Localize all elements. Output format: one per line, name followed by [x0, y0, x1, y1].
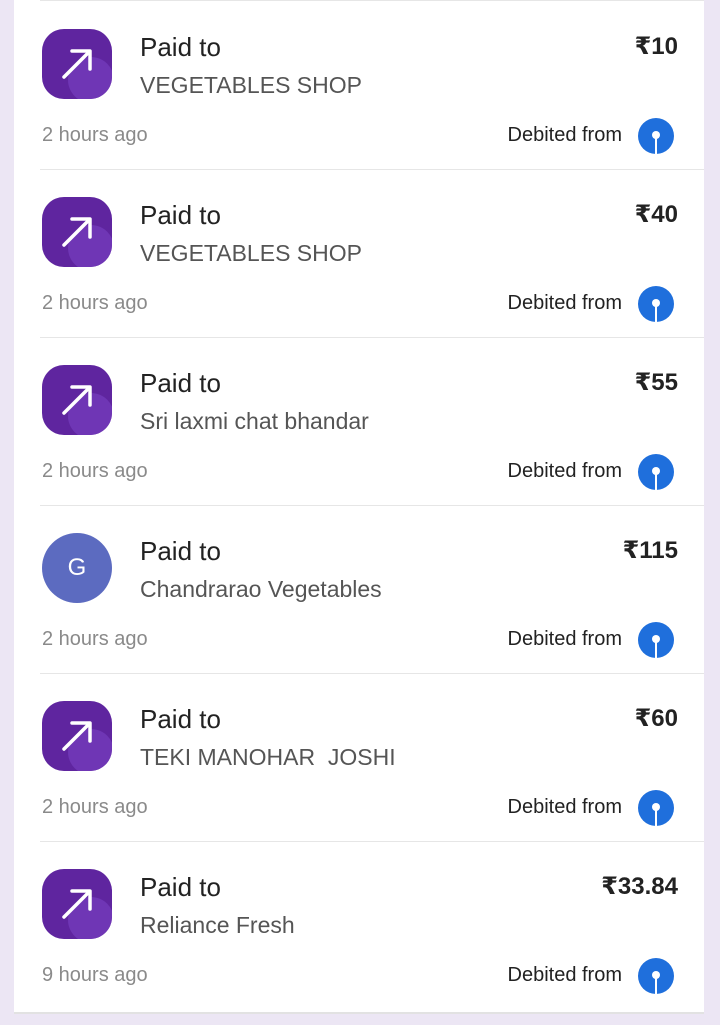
transaction-title: Paid to — [140, 32, 221, 62]
debited-from-label: Debited from — [507, 124, 623, 146]
payment-avatar — [42, 701, 112, 771]
arrow-up-right-icon — [62, 49, 92, 79]
payee-name: VEGETABLES SHOP — [140, 72, 362, 98]
transaction-amount: ₹60 — [634, 705, 678, 732]
debited-from-label: Debited from — [507, 796, 623, 818]
debited-from-label: Debited from — [507, 964, 623, 986]
transaction-amount: ₹40 — [634, 201, 678, 228]
transaction-list: Paid to VEGETABLES SHOP ₹10 2 hours ago … — [14, 0, 704, 1014]
transaction-time: 2 hours ago — [42, 796, 148, 818]
transaction-time: 2 hours ago — [42, 124, 148, 146]
payment-avatar — [42, 869, 112, 939]
transaction-time: 2 hours ago — [42, 628, 148, 650]
top-divider — [40, 0, 704, 1]
avatar-letter: G — [67, 554, 87, 581]
transaction-title: Paid to — [140, 536, 221, 566]
transaction-row[interactable]: Paid to VEGETABLES SHOP ₹40 2 hours ago … — [14, 170, 704, 338]
transaction-amount: ₹115 — [622, 537, 678, 564]
payee-name: VEGETABLES SHOP — [140, 240, 362, 266]
contact-avatar: G — [42, 533, 112, 603]
sbi-bank-icon — [638, 118, 674, 154]
arrow-up-right-icon — [62, 721, 92, 751]
payment-avatar — [42, 197, 112, 267]
transaction-row[interactable]: Paid to Sri laxmi chat bhandar ₹55 2 hou… — [14, 338, 704, 506]
sbi-bank-icon — [638, 286, 674, 322]
payment-avatar — [42, 365, 112, 435]
transaction-amount: ₹10 — [634, 33, 678, 60]
sbi-bank-icon — [638, 622, 674, 658]
transaction-time: 2 hours ago — [42, 460, 148, 482]
transaction-row[interactable]: Paid to TEKI MANOHAR JOSHI ₹60 2 hours a… — [14, 674, 704, 842]
payee-name: Sri laxmi chat bhandar — [140, 408, 369, 434]
transaction-amount: ₹55 — [634, 369, 678, 396]
arrow-up-right-icon — [62, 889, 92, 919]
transaction-title: Paid to — [140, 704, 221, 734]
sbi-bank-icon — [638, 790, 674, 826]
debited-from-label: Debited from — [507, 628, 623, 650]
payment-avatar — [42, 29, 112, 99]
transaction-time: 2 hours ago — [42, 292, 148, 314]
sbi-bank-icon — [638, 958, 674, 994]
transaction-title: Paid to — [140, 872, 221, 902]
payee-name: Reliance Fresh — [140, 912, 295, 938]
transaction-row[interactable]: G Paid to Chandrarao Vegetables ₹115 2 h… — [14, 506, 704, 674]
transaction-title: Paid to — [140, 200, 221, 230]
transaction-title: Paid to — [140, 368, 221, 398]
sbi-bank-icon — [638, 454, 674, 490]
arrow-up-right-icon — [62, 217, 92, 247]
transaction-amount: ₹33.84 — [601, 873, 678, 900]
transaction-time: 9 hours ago — [42, 964, 148, 986]
transaction-row[interactable]: Paid to Reliance Fresh ₹33.84 9 hours ag… — [14, 842, 704, 1010]
debited-from-label: Debited from — [507, 292, 623, 314]
transaction-row[interactable]: Paid to VEGETABLES SHOP ₹10 2 hours ago … — [14, 2, 704, 170]
payee-name: TEKI MANOHAR JOSHI — [140, 744, 396, 770]
debited-from-label: Debited from — [507, 460, 623, 482]
arrow-up-right-icon — [62, 385, 92, 415]
payee-name: Chandrarao Vegetables — [140, 576, 382, 602]
